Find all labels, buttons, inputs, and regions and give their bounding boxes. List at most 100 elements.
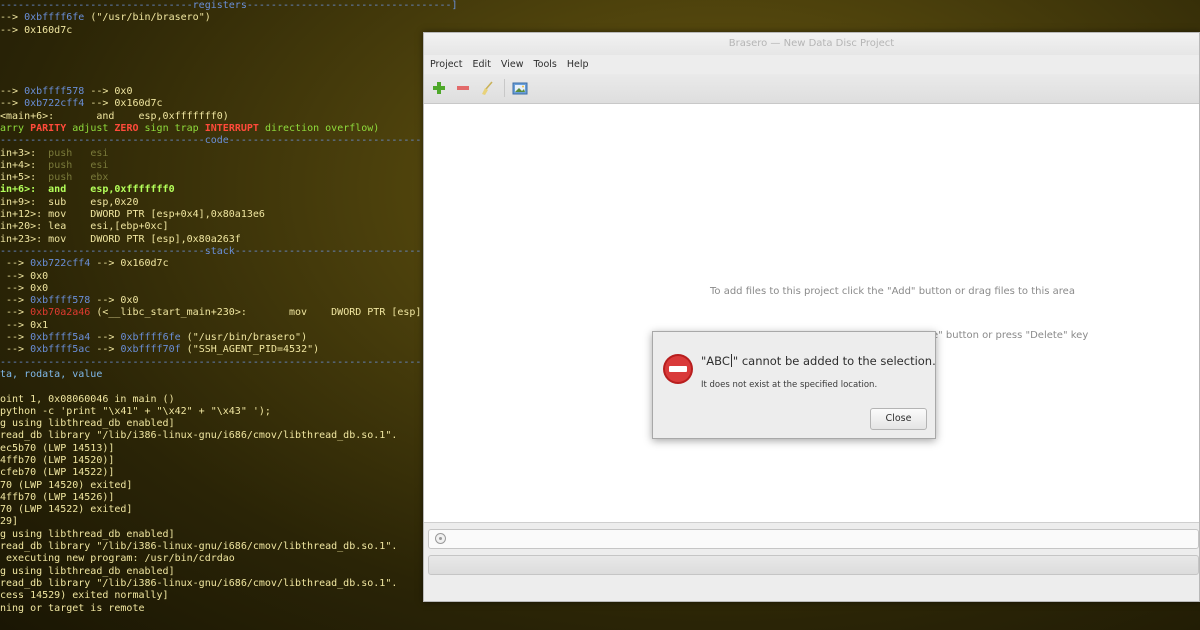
toolbar [424,74,1199,104]
terminal-text: adjust [66,122,115,134]
terminal-text: read_db library "/lib/i386-linux-gnu/i68… [0,430,398,442]
terminal-text: push esi [48,159,109,171]
terminal-text: g using libthread_db enabled] [0,528,175,540]
terminal-text: ("/usr/bin/brasero") [180,332,308,344]
toolbar-separator [504,79,505,97]
text-caret [730,354,732,367]
terminal-text: PARITY [30,122,67,134]
terminal-text: oint 1, 0x08060046 in main () [0,393,175,405]
disc-selector[interactable] [428,529,1199,549]
menu-tools[interactable]: Tools [528,55,561,74]
error-icon [663,354,693,384]
terminal-text: in+9>: sub esp,0x20 [0,196,139,208]
terminal-text: read_db library "/lib/i386-linux-gnu/i68… [0,541,398,553]
menu-help[interactable]: Help [562,55,594,74]
disc-size-bar [428,555,1199,575]
terminal-text: executing new program: /usr/bin/cdrdao [0,553,235,565]
terminal-text: 0xbffff6fe [24,12,85,24]
terminal-text: --> 0x160d7c [0,24,73,36]
dialog-primary-text: "ABC " cannot be added to the selection. [701,354,936,368]
terminal-line: --> 0xbffff6fe ("/usr/bin/brasero") [0,12,1200,24]
terminal-text: --> 0x0 [90,295,139,307]
terminal-text: ----------------------------------------… [0,356,458,368]
dialog-secondary-text: It does not exist at the specified locat… [701,380,878,390]
terminal-text: --> 0x160d7c [84,98,163,110]
terminal-text: g using libthread_db enabled] [0,418,175,430]
terminal-text: --> [0,98,25,110]
terminal-text: <main+6>: and esp,0xfffffff0) [0,110,229,122]
terminal-text: --> [0,295,31,307]
terminal-text: direction overflow) [258,122,380,134]
terminal-text: sign trap [138,122,205,134]
dialog-primary-rest: " cannot be added to the selection. [732,354,936,368]
bottom-panel [424,522,1199,601]
terminal-text: in+5>: [0,172,49,184]
terminal-text: cess 14529) exited normally] [0,590,169,602]
terminal-text: 4ffb70 (LWP 14526)] [0,491,115,503]
terminal-text: 0xb70a2a46 [30,307,91,319]
terminal-text: 0xbffff70f [120,344,181,356]
terminal-text: ----------------------------------code--… [0,135,458,147]
terminal-text: in+4>: [0,159,49,171]
terminal-text: 70 (LWP 14522) exited] [0,504,133,516]
terminal-text: --> [0,344,31,356]
remove-files-hint: e" button or press "Delete" key [932,330,1089,341]
terminal-text: push ebx [48,172,109,184]
terminal-text: 0xbffff578 [24,86,85,98]
terminal-text: in+3>: [0,147,49,159]
terminal-text: ("/usr/bin/brasero") [84,12,211,24]
terminal-text: --> 0x1 [0,319,49,331]
add-files-button[interactable] [431,80,447,96]
terminal-text: read_db library "/lib/i386-linux-gnu/i68… [0,577,398,589]
plus-icon [433,82,445,94]
terminal-text: in+6>: and esp,0xfffffff0 [0,184,175,196]
terminal-text: g using libthread_db enabled] [0,565,175,577]
menu-project[interactable]: Project [424,55,468,74]
brasero-window[interactable]: Brasero — New Data Disc Project Project E… [423,32,1200,602]
terminal-text: --> 0x0 [84,86,133,98]
terminal-text: in+23>: mov DWORD PTR [esp],0x80a263f [0,233,241,245]
terminal-text: ec5b70 (LWP 14513)] [0,442,115,454]
menu-edit[interactable]: Edit [468,55,496,74]
terminal-text: INTERRUPT [204,122,259,134]
terminal-text: ZERO [114,122,139,134]
terminal-text: ----------------------------------stack-… [0,245,458,257]
terminal-text: --> [90,344,121,356]
terminal-text: --> [0,332,31,344]
remove-files-button[interactable] [455,80,471,96]
add-files-hint: To add files to this project click the "… [710,286,1075,297]
terminal-text: arry [0,122,31,134]
terminal-text: --> [0,307,31,319]
terminal-text: --> 0x0 [0,282,49,294]
terminal-text: ta, rodata, value [0,368,103,380]
terminal-text: --> [0,12,25,24]
terminal-text: ning or target is remote [0,602,145,614]
terminal-text: push esi [48,147,109,159]
terminal-text: in+20>: lea esi,[ebp+0xc] [0,221,169,233]
terminal-text: --> 0x0 [0,270,49,282]
error-dialog: "ABC " cannot be added to the selection. … [652,331,936,439]
dialog-primary-open: "ABC [701,354,730,368]
image-folder-icon [512,82,528,95]
terminal-text: --------------------------------register… [0,0,458,11]
project-file-area[interactable]: To add files to this project click the "… [424,104,1199,522]
disc-icon [435,533,446,544]
terminal-text: 0xbffff5a4 [30,332,91,344]
terminal-text: python -c 'print "\x41" + "\x42" + "\x43… [0,405,271,417]
clear-project-button[interactable] [479,80,495,96]
broom-icon [482,81,493,95]
terminal-text: ("SSH_AGENT_PID=4532") [180,344,320,356]
terminal-text: --> [0,258,31,270]
close-button[interactable]: Close [870,408,927,430]
terminal-text: 70 (LWP 14520) exited] [0,479,133,491]
terminal-line: ning or target is remote [0,603,1200,615]
menu-bar: Project Edit View Tools Help [424,55,1199,74]
terminal-text: 0xbffff5ac [30,344,91,356]
menu-view[interactable]: View [496,55,529,74]
terminal-text: 0xbffff6fe [120,332,181,344]
window-title: Brasero — New Data Disc Project [424,33,1199,55]
terminal-text: (<__libc_start_main+230>: mov DWORD PTR … [90,307,422,319]
import-session-button[interactable] [512,80,528,96]
terminal-text: --> [90,332,121,344]
terminal-text: --> 0x160d7c [90,258,169,270]
